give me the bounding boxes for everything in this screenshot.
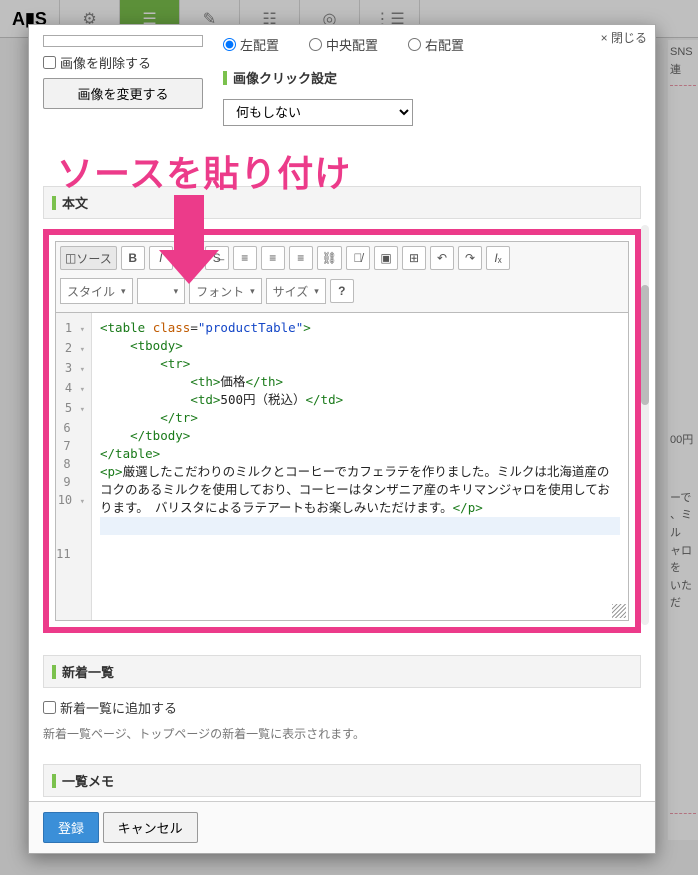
unlink-button[interactable]: ⛓̸ <box>346 246 370 270</box>
redo-button[interactable]: ↷ <box>458 246 482 270</box>
memo-section-head: 一覧メモ <box>43 764 641 797</box>
align-right-button[interactable]: ≡ <box>289 246 313 270</box>
new-list-section-head: 新着一覧 <box>43 655 641 688</box>
delete-image-row[interactable]: 画像を削除する <box>43 53 203 72</box>
cancel-button[interactable]: キャンセル <box>103 812 198 843</box>
style-select[interactable]: スタイル▾ <box>60 278 133 304</box>
click-setting-head: 画像クリック設定 <box>223 68 641 87</box>
click-action-select[interactable]: 何もしない <box>223 99 413 126</box>
code-content[interactable]: <table class="productTable"> <tbody> <tr… <box>92 313 628 620</box>
delete-image-checkbox[interactable] <box>43 56 56 69</box>
align-center-button[interactable]: ≡ <box>261 246 285 270</box>
modal-footer: 登録 キャンセル <box>29 801 655 853</box>
add-to-new-row[interactable]: 新着一覧に追加する <box>43 698 641 717</box>
resize-handle[interactable] <box>612 604 626 618</box>
submit-button[interactable]: 登録 <box>43 812 99 843</box>
modal-scrollbar[interactable] <box>641 225 649 625</box>
add-to-new-checkbox[interactable] <box>43 701 56 714</box>
callout-annotation: ソースを貼り付け <box>57 145 351 197</box>
arrow-annotation <box>159 195 219 285</box>
editor-highlight-frame: ◫ ソース B I U S̶ ≡ ≡ ≡ ⛓ ⛓̸ ▣ ⊞ ↶ ↷ Iₓ <box>43 229 641 633</box>
source-toggle[interactable]: ◫ ソース <box>60 246 117 270</box>
align-left-option[interactable]: 左配置 <box>223 35 279 54</box>
line-gutter: 1 ▾2 ▾3 ▾4 ▾5 ▾6 7 8 9 10 ▾11 <box>56 313 92 620</box>
change-image-button[interactable]: 画像を変更する <box>43 78 203 109</box>
image-button[interactable]: ▣ <box>374 246 398 270</box>
clear-format-button[interactable]: Iₓ <box>486 246 510 270</box>
alignment-radios: 左配置 中央配置 右配置 <box>223 35 641 54</box>
new-list-hint: 新着一覧ページ、トップページの新着一覧に表示されます。 <box>43 725 641 742</box>
link-button[interactable]: ⛓ <box>317 246 342 270</box>
bold-button[interactable]: B <box>121 246 145 270</box>
align-center-option[interactable]: 中央配置 <box>309 35 378 54</box>
edit-modal: × 閉じる 画像を削除する 画像を変更する 左配置 中央配置 右配置 画像クリッ… <box>28 24 656 854</box>
table-button[interactable]: ⊞ <box>402 246 426 270</box>
delete-image-label: 画像を削除する <box>60 53 151 72</box>
align-right-option[interactable]: 右配置 <box>408 35 464 54</box>
align-left-button[interactable]: ≡ <box>233 246 257 270</box>
source-code-editor[interactable]: 1 ▾2 ▾3 ▾4 ▾5 ▾6 7 8 9 10 ▾11 <table cla… <box>55 313 629 621</box>
size-select[interactable]: サイズ▾ <box>266 278 326 304</box>
add-to-new-label: 新着一覧に追加する <box>60 698 177 717</box>
undo-button[interactable]: ↶ <box>430 246 454 270</box>
help-button[interactable]: ? <box>330 279 354 303</box>
image-thumbnail <box>43 35 203 47</box>
editor-toolbar: ◫ ソース B I U S̶ ≡ ≡ ≡ ⛓ ⛓̸ ▣ ⊞ ↶ ↷ Iₓ <box>55 241 629 313</box>
